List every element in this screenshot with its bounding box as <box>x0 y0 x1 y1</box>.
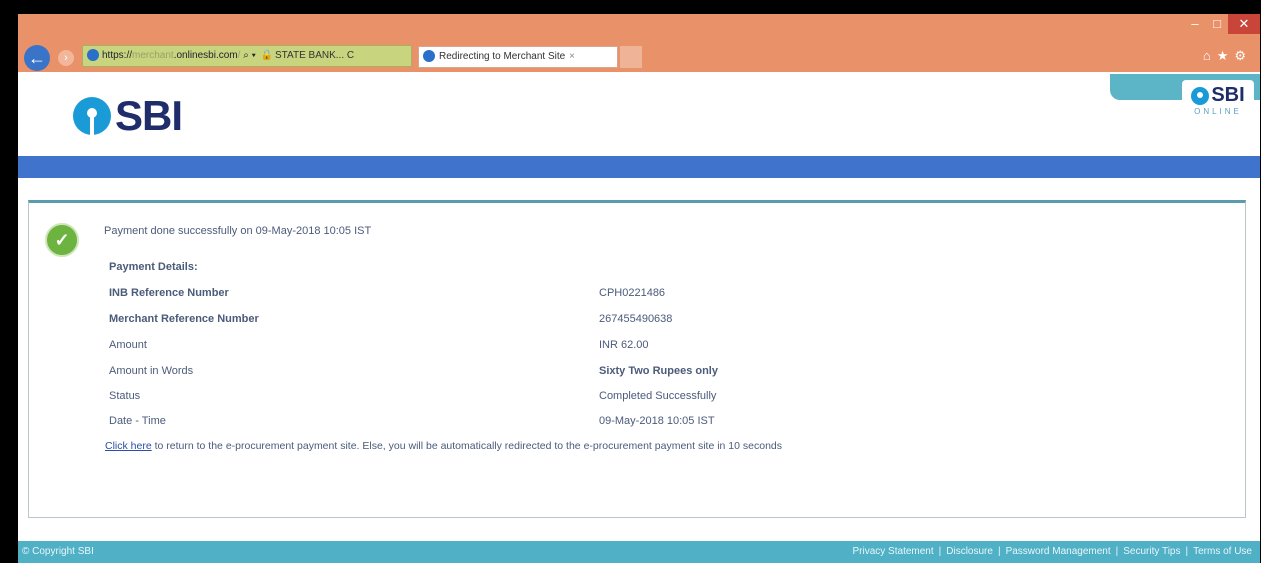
footer-link-password[interactable]: Password Management <box>1006 546 1111 557</box>
minimize-icon[interactable]: – <box>1184 14 1206 34</box>
detail-value: 267455490638 <box>599 313 673 325</box>
nav-bar <box>18 156 1260 178</box>
detail-value: 09-May-2018 10:05 IST <box>599 415 715 427</box>
sbi-online-logo-text: SBI <box>1211 84 1245 106</box>
footer-link-terms[interactable]: Terms of Use <box>1193 546 1252 557</box>
redirect-notice: Click here to return to the e-procuremen… <box>105 440 782 452</box>
detail-value: Completed Successfully <box>599 390 717 402</box>
copyright-text: © Copyright SBI <box>22 546 94 557</box>
home-icon[interactable]: ⌂ <box>1203 48 1217 63</box>
search-dropdown-icon[interactable]: ⌕ ▾ <box>243 50 256 61</box>
address-bar[interactable]: https://merchant.onlinesbi.com/ ⌕ ▾ 🔒 STA… <box>82 45 412 67</box>
detail-value: CPH0221486 <box>599 287 666 299</box>
url-obscured: merchant <box>132 50 174 61</box>
tab-title: Redirecting to Merchant Site <box>439 51 566 62</box>
payment-details-heading: Payment Details: <box>109 261 198 273</box>
url-prefix: https:// <box>102 50 133 61</box>
url-domain: .onlinesbi.com <box>173 50 238 61</box>
redirect-text: to return to the e-procurement payment s… <box>151 440 783 452</box>
sbi-online-logo-icon <box>1191 86 1210 105</box>
maximize-icon[interactable]: □ <box>1206 14 1228 34</box>
toolbar-icons: ⌂★⚙ <box>1203 48 1252 64</box>
footer-links: Privacy Statement | Disclosure | Password Ma… <box>852 546 1253 557</box>
forward-button[interactable]: › <box>58 50 74 66</box>
footer: © Copyright SBI Privacy Statement | Disclo… <box>18 541 1260 563</box>
click-here-link[interactable]: Click here <box>105 440 152 452</box>
footer-link-security-tips[interactable]: Security Tips <box>1123 546 1180 557</box>
detail-label: Merchant Reference Number <box>109 313 259 325</box>
success-message: Payment done successfully on 09-May-2018… <box>104 225 372 237</box>
close-window-icon[interactable]: ✕ <box>1228 14 1260 34</box>
detail-label: Amount <box>109 339 147 351</box>
footer-link-privacy[interactable]: Privacy Statement <box>853 546 934 557</box>
detail-label: Status <box>109 390 141 402</box>
success-check-icon: ✓ <box>45 223 79 257</box>
favorites-icon[interactable]: ★ <box>1217 48 1235 63</box>
back-button[interactable]: ← <box>24 45 50 71</box>
sbi-online-logo-sub: ONLINE <box>1194 107 1242 116</box>
new-tab-button[interactable] <box>620 46 642 68</box>
site-identity[interactable]: STATE BANK... C <box>275 50 354 61</box>
detail-value: INR 62.00 <box>599 339 649 351</box>
browser-chrome: ← › https://merchant.onlinesbi.com/ ⌕ ▾ … <box>18 14 1260 72</box>
detail-label: INB Reference Number <box>109 287 229 299</box>
detail-value: Sixty Two Rupees only <box>599 365 718 377</box>
lock-icon[interactable]: 🔒 <box>261 46 273 66</box>
site-favicon-icon <box>87 49 99 62</box>
tab-redirecting[interactable]: Redirecting to Merchant Site × <box>418 46 618 68</box>
sbi-online-logo: SBI ONLINE <box>1182 80 1254 130</box>
sbi-logo-text: SBI <box>115 92 183 139</box>
browser-window: ← › https://merchant.onlinesbi.com/ ⌕ ▾ … <box>18 14 1260 563</box>
sbi-logo: SBI <box>73 92 183 139</box>
sbi-logo-icon <box>73 97 111 135</box>
payment-panel: ✓ Payment done successfully on 09-May-20… <box>28 200 1246 518</box>
tab-favicon-icon <box>423 50 435 63</box>
detail-label: Date - Time <box>109 415 166 427</box>
settings-icon[interactable]: ⚙ <box>1234 48 1252 63</box>
detail-label: Amount in Words <box>109 365 194 377</box>
tab-close-icon[interactable]: × <box>569 51 575 62</box>
window-controls: – □ ✕ <box>1184 14 1260 36</box>
footer-link-disclosure[interactable]: Disclosure <box>946 546 993 557</box>
